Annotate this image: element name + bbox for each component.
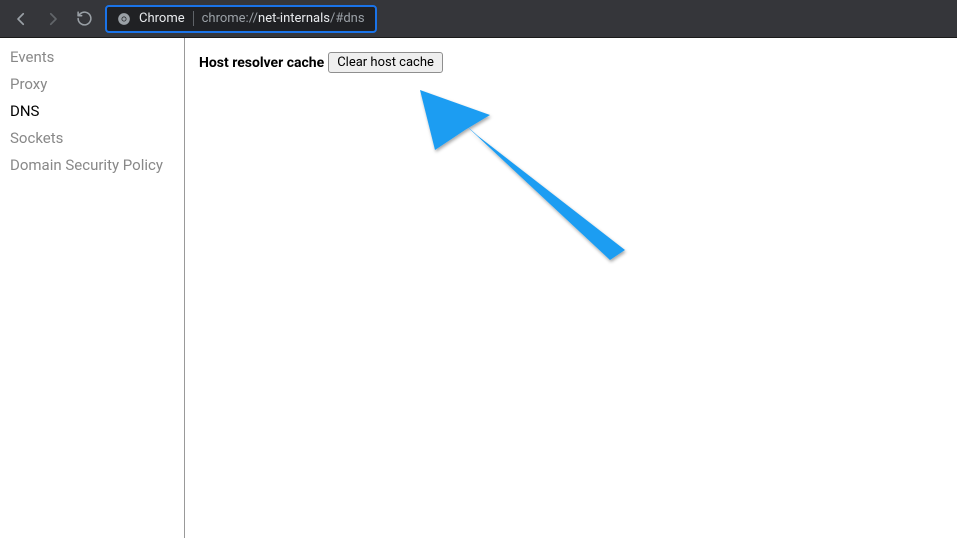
annotation-arrow-icon xyxy=(420,90,650,270)
content-area: Events Proxy DNS Sockets Domain Security… xyxy=(0,38,957,538)
sidebar-item-events[interactable]: Events xyxy=(10,44,174,71)
host-resolver-row: Host resolver cache Clear host cache xyxy=(199,52,943,73)
sidebar-item-sockets[interactable]: Sockets xyxy=(10,125,174,152)
sidebar-item-dns[interactable]: DNS xyxy=(10,98,174,125)
address-label: Chrome xyxy=(139,11,194,26)
main-content: Host resolver cache Clear host cache xyxy=(185,38,957,538)
reload-icon[interactable] xyxy=(76,10,93,27)
nav-buttons xyxy=(8,10,97,28)
chrome-icon xyxy=(117,12,131,26)
sidebar-item-domain-security-policy[interactable]: Domain Security Policy xyxy=(10,152,174,179)
host-resolver-label: Host resolver cache xyxy=(199,55,324,71)
sidebar: Events Proxy DNS Sockets Domain Security… xyxy=(0,38,185,538)
url-text: chrome://net-internals/#dns xyxy=(202,11,365,26)
address-bar[interactable]: Chrome chrome://net-internals/#dns xyxy=(105,5,377,33)
forward-icon[interactable] xyxy=(44,10,62,28)
back-icon[interactable] xyxy=(12,10,30,28)
browser-toolbar: Chrome chrome://net-internals/#dns xyxy=(0,0,957,38)
sidebar-item-proxy[interactable]: Proxy xyxy=(10,71,174,98)
clear-host-cache-button[interactable]: Clear host cache xyxy=(328,52,443,73)
